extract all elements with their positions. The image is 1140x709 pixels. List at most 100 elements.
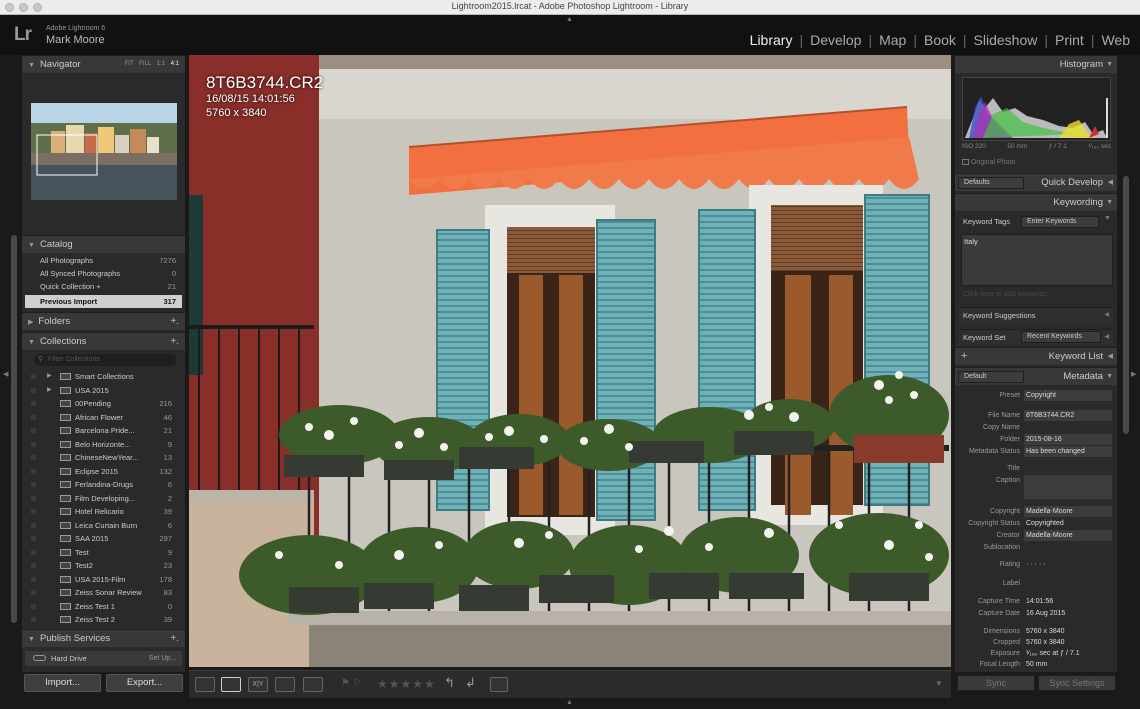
- rotate-right-icon[interactable]: ↲: [465, 675, 476, 691]
- collection-item[interactable]: USA 2015-Film 178: [25, 573, 182, 587]
- add-keywords-input[interactable]: Click here to add keywords: [961, 289, 1113, 301]
- filter-collections-input[interactable]: ⚲ Filter Collections: [34, 354, 177, 366]
- collection-item[interactable]: Zeiss Test 1 0: [25, 600, 182, 614]
- catalog-item-selected[interactable]: Previous Import 317: [25, 295, 182, 308]
- module-library[interactable]: Library: [743, 32, 800, 48]
- crop-overlay-icon[interactable]: [490, 677, 508, 692]
- keywords-textarea[interactable]: Italy: [961, 234, 1113, 286]
- preset-select[interactable]: Copyright: [1024, 390, 1112, 401]
- navigator-header[interactable]: ▼ Navigator FIT FILL 1:1 4:1: [22, 55, 185, 73]
- module-print[interactable]: Print: [1048, 32, 1091, 48]
- keyword-set-select[interactable]: Recent Keywords: [1021, 331, 1101, 343]
- metadata-field-value[interactable]: · · · · ·: [1024, 559, 1112, 570]
- metadata-field-value[interactable]: 50 mm: [1024, 659, 1112, 670]
- metadata-field-value[interactable]: 8T6B3744.CR2: [1024, 410, 1112, 421]
- rating-stars[interactable]: ★★★★★: [377, 677, 436, 691]
- add-folder-button[interactable]: +.: [170, 313, 179, 330]
- checkbox-icon[interactable]: [31, 482, 36, 487]
- checkbox-icon[interactable]: [31, 617, 36, 622]
- zoom-fill[interactable]: FILL: [139, 61, 151, 67]
- metadata-field-value[interactable]: Copyrighted: [1024, 518, 1112, 529]
- expand-arrow-icon[interactable]: ▶: [47, 370, 52, 383]
- collection-item[interactable]: ▶ Smart Collections: [25, 370, 182, 384]
- keyword-suggestions-header[interactable]: Keyword Suggestions ◀: [959, 307, 1113, 323]
- collections-header[interactable]: ▼ Collections +.: [22, 332, 185, 350]
- metadata-field-value[interactable]: 16 Aug 2015: [1024, 608, 1112, 619]
- collection-item[interactable]: Test2 23: [25, 559, 182, 573]
- checkbox-icon[interactable]: [31, 603, 36, 609]
- checkbox-icon[interactable]: [31, 549, 36, 555]
- keyword-list-header[interactable]: + Keyword List ◀: [955, 347, 1117, 365]
- collection-item[interactable]: ▶ USA 2015: [25, 384, 182, 398]
- checkbox-icon[interactable]: [31, 414, 36, 420]
- collection-item[interactable]: ChineseNewYear... 13: [25, 451, 182, 465]
- original-photo-toggle[interactable]: Original Photo: [962, 159, 1015, 166]
- metadata-field-value[interactable]: ¹⁄₁₆₀ sec at ƒ / 7.1: [1024, 648, 1112, 659]
- checkbox-icon[interactable]: [31, 374, 36, 379]
- metadata-field-value[interactable]: 5760 x 3840: [1024, 637, 1112, 648]
- loupe-view-icon[interactable]: [221, 677, 241, 692]
- sync-button[interactable]: Sync: [957, 675, 1035, 691]
- checkbox-icon[interactable]: [31, 509, 36, 514]
- catalog-item[interactable]: All Synced Photographs 0: [25, 267, 182, 280]
- import-button[interactable]: Import...: [24, 674, 101, 692]
- collection-item[interactable]: 00Pending 216: [25, 397, 182, 411]
- metadata-field-value[interactable]: Has been changed: [1024, 446, 1112, 457]
- add-collection-button[interactable]: +.: [170, 333, 179, 350]
- compare-view-icon[interactable]: X|Y: [248, 677, 268, 692]
- keywording-header[interactable]: Keywording ▼: [955, 193, 1117, 211]
- metadata-view-select[interactable]: Default: [958, 371, 1024, 383]
- zoom-fit[interactable]: FIT: [125, 61, 134, 67]
- keyword-tags-mode-select[interactable]: Enter Keywords: [1021, 216, 1099, 228]
- catalog-item[interactable]: All Photographs 7276: [25, 254, 182, 267]
- collection-item[interactable]: Belo Horizonte... 9: [25, 438, 182, 452]
- collection-item[interactable]: Film Developing... 2: [25, 492, 182, 506]
- checkbox-icon[interactable]: [31, 590, 36, 595]
- module-map[interactable]: Map: [872, 32, 913, 48]
- loupe-photo[interactable]: [189, 55, 951, 667]
- metadata-field-value[interactable]: Madella-Moore: [1024, 530, 1112, 541]
- collection-item[interactable]: Ferlandina-Drugs 6: [25, 478, 182, 492]
- checkbox-icon[interactable]: [31, 441, 36, 447]
- collection-item[interactable]: Barcelona Pride... 21: [25, 424, 182, 438]
- expand-arrow-icon[interactable]: ▶: [47, 384, 52, 397]
- folders-header[interactable]: ▶ Folders +.: [22, 312, 185, 330]
- export-button[interactable]: Export...: [106, 674, 183, 692]
- collapse-left-arrow-icon[interactable]: ◀: [3, 370, 8, 378]
- histogram-graph[interactable]: [962, 77, 1111, 141]
- rotate-left-icon[interactable]: ↰: [444, 675, 455, 691]
- metadata-field-value[interactable]: Madella-Moore: [1024, 506, 1112, 517]
- module-web[interactable]: Web: [1094, 32, 1130, 48]
- metadata-field-value[interactable]: 2015-08-16: [1024, 434, 1112, 445]
- left-panel-scrollbar[interactable]: [11, 235, 17, 623]
- checkbox-icon[interactable]: [31, 563, 36, 568]
- collection-item[interactable]: Leica Curtain Burn 6: [25, 519, 182, 533]
- collection-item[interactable]: African Flower 46: [25, 411, 182, 425]
- collection-item[interactable]: Zeiss Test 2 39: [25, 613, 182, 627]
- add-keyword-button[interactable]: +: [961, 348, 967, 365]
- collection-item[interactable]: Hotel Relicario 39: [25, 505, 182, 519]
- survey-view-icon[interactable]: [275, 677, 295, 692]
- histogram-header[interactable]: Histogram ▼: [955, 55, 1117, 73]
- checkbox-icon[interactable]: [31, 428, 36, 433]
- collection-item[interactable]: Test 9: [25, 546, 182, 560]
- catalog-item[interactable]: Quick Collection + 21: [25, 280, 182, 293]
- quick-develop-preset-select[interactable]: Defaults: [958, 177, 1024, 189]
- people-view-icon[interactable]: [303, 677, 323, 692]
- zoom-4-1[interactable]: 4:1: [171, 61, 179, 67]
- checkbox-icon[interactable]: [31, 495, 36, 501]
- quick-develop-header[interactable]: Defaults Quick Develop ◀: [955, 173, 1117, 191]
- sync-settings-button[interactable]: Sync Settings: [1038, 675, 1116, 691]
- right-panel-scrollbar[interactable]: [1123, 176, 1129, 434]
- metadata-field-value[interactable]: [1024, 475, 1112, 499]
- checkbox-icon[interactable]: [31, 536, 36, 541]
- publish-services-header[interactable]: ▼ Publish Services +.: [22, 629, 185, 647]
- module-develop[interactable]: Develop: [803, 32, 868, 48]
- collection-item[interactable]: Zeiss Sonar Review 83: [25, 586, 182, 600]
- zoom-1-1[interactable]: 1:1: [157, 61, 165, 67]
- checkbox-icon[interactable]: [31, 576, 36, 582]
- module-slideshow[interactable]: Slideshow: [967, 32, 1045, 48]
- checkbox-icon[interactable]: [31, 455, 36, 460]
- grid-view-icon[interactable]: [195, 677, 215, 692]
- keyword-tags-arrow-icon[interactable]: ▼: [1104, 215, 1111, 222]
